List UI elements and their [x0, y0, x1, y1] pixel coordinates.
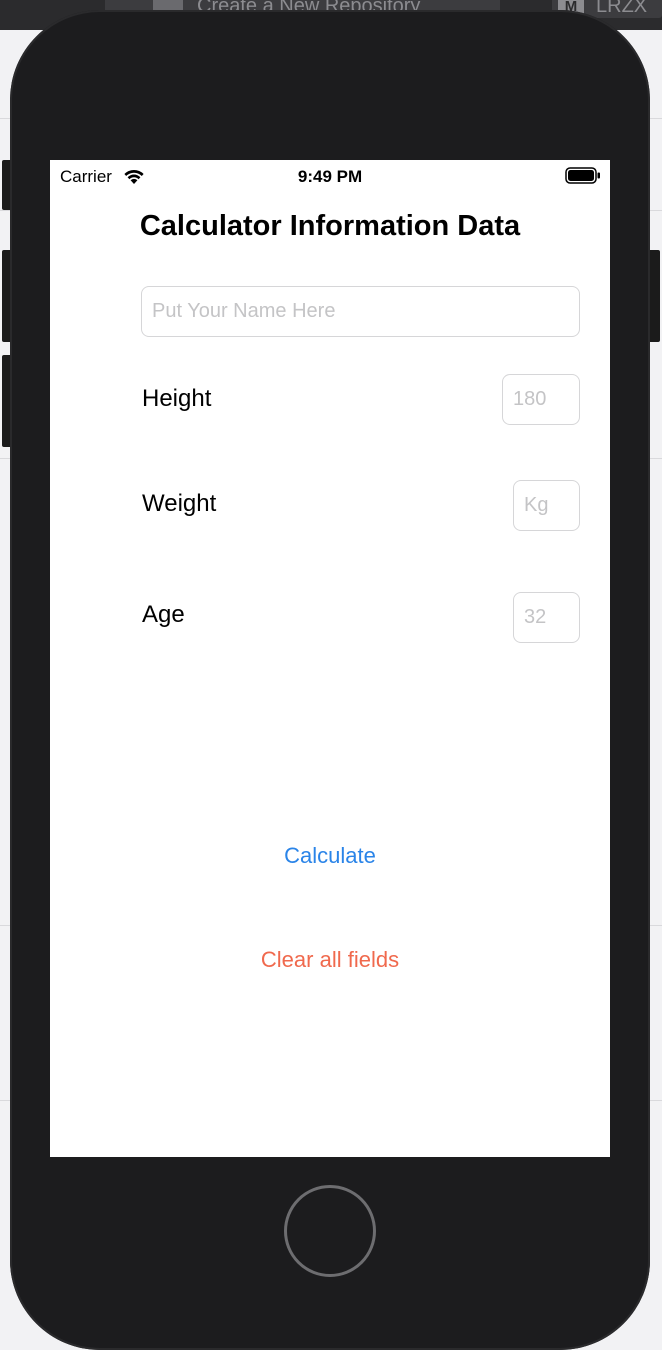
- status-bar: Carrier 9:49 PM: [50, 160, 610, 194]
- height-input[interactable]: [502, 374, 580, 425]
- battery-icon: [565, 167, 600, 184]
- app-screen: Carrier 9:49 PM Calculator Information D…: [50, 160, 610, 1157]
- home-button[interactable]: [284, 1185, 376, 1277]
- background-tab-user-label: LRZX: [596, 0, 648, 17]
- page-title: Calculator Information Data: [139, 210, 521, 242]
- clear-fields-button[interactable]: Clear all fields: [50, 947, 610, 973]
- weight-input[interactable]: [513, 480, 580, 531]
- name-input[interactable]: [141, 286, 580, 337]
- age-label: Age: [142, 601, 185, 628]
- age-input[interactable]: [513, 592, 580, 643]
- weight-label: Weight: [142, 490, 217, 517]
- height-label: Height: [142, 385, 212, 412]
- calculate-button[interactable]: Calculate: [50, 843, 610, 869]
- status-time: 9:49 PM: [297, 167, 363, 186]
